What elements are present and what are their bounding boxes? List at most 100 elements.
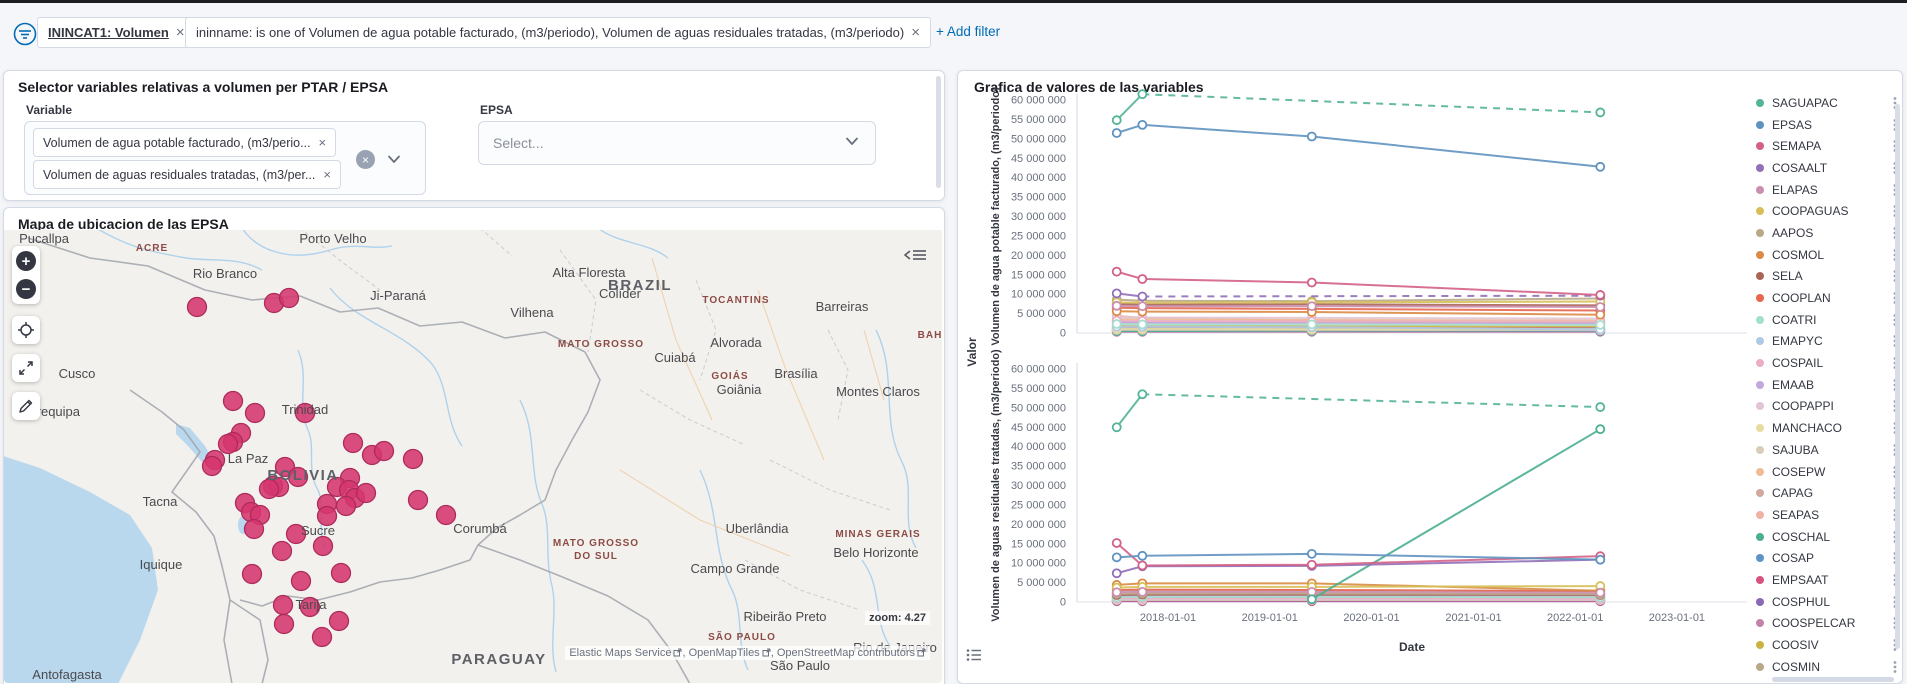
legend-item-coospelcar[interactable]: COOSPELCAR: [1756, 613, 1900, 635]
legend-item-epsas[interactable]: EPSAS: [1756, 114, 1900, 136]
map-attribution[interactable]: Elastic Maps Service, OpenMapTiles, Open…: [565, 646, 930, 660]
legend-color-dot: [1756, 598, 1764, 606]
y-tick-label: 30 000 000: [1011, 211, 1066, 223]
legend-item-coosiv[interactable]: COOSIV: [1756, 634, 1900, 656]
map-svg[interactable]: PucallpaPorto VelhoRio BrancoJi-ParanáAl…: [4, 230, 942, 683]
map-label-city: Montes Claros: [836, 384, 920, 399]
legend-item-cooplan[interactable]: COOPLAN: [1756, 287, 1900, 309]
y-tick-label: 10 000 000: [1011, 558, 1066, 570]
zoom-out-button[interactable]: −: [16, 279, 36, 299]
legend-item-cosaalt[interactable]: COSAALT: [1756, 157, 1900, 179]
y-tick-label: 0: [1060, 597, 1066, 609]
legend-item-cosmin[interactable]: COSMIN: [1756, 656, 1900, 676]
legend-item-empsaat[interactable]: EMPSAAT: [1756, 569, 1900, 591]
attribution-link[interactable]: OpenStreetMap contributors: [777, 647, 915, 659]
series-point: [1113, 539, 1121, 547]
draw-tools-button[interactable]: [12, 392, 40, 420]
legend-item-label: COSPAIL: [1772, 356, 1886, 370]
series-point: [1596, 108, 1604, 116]
legend-color-dot: [1756, 402, 1764, 410]
legend-item-seapas[interactable]: SEAPAS: [1756, 504, 1900, 526]
legend-item-capag[interactable]: CAPAG: [1756, 482, 1900, 504]
legend-item-menu-icon[interactable]: [1890, 660, 1900, 674]
legend-item-cosphul[interactable]: COSPHUL: [1756, 591, 1900, 613]
series-point: [1596, 291, 1604, 299]
series-point: [1308, 595, 1316, 603]
series-point: [1138, 90, 1146, 98]
epsa-dot: [273, 542, 292, 561]
close-icon[interactable]: ×: [176, 25, 185, 40]
series-line: [1117, 554, 1601, 560]
legend-scrollbar[interactable]: [1895, 104, 1900, 649]
y-tick-label: 40 000 000: [1011, 441, 1066, 453]
epsa-label: EPSA: [480, 103, 513, 117]
series-point: [1596, 163, 1604, 171]
series-point: [1138, 561, 1146, 569]
legend-color-dot: [1756, 121, 1764, 129]
close-icon[interactable]: ×: [319, 135, 327, 150]
legend-item-emaab[interactable]: EMAAB: [1756, 374, 1900, 396]
map-label-city: Goiânia: [717, 382, 763, 397]
legend-item-cosmol[interactable]: COSMOL: [1756, 244, 1900, 266]
locate-button[interactable]: [12, 316, 40, 344]
variable-label: Variable: [26, 103, 72, 117]
legend-item-saguapac[interactable]: SAGUAPAC: [1756, 92, 1900, 114]
variable-combobox[interactable]: Volumen de agua potable facturado, (m3/p…: [24, 121, 426, 195]
legend-item-coschal[interactable]: COSCHAL: [1756, 526, 1900, 548]
legend-toggle-button[interactable]: [966, 648, 982, 667]
close-icon[interactable]: ×: [911, 25, 920, 40]
legend-item-semapa[interactable]: SEMAPA: [1756, 135, 1900, 157]
filter-icon[interactable]: [11, 20, 39, 53]
map-label-city: Tacna: [143, 494, 178, 509]
legend-hscrollbar[interactable]: [1772, 677, 1894, 682]
panel-scrollbar[interactable]: [936, 76, 941, 188]
variable-pill-2[interactable]: Volumen de aguas residuales tratadas, (m…: [33, 160, 341, 189]
map-label-city: Rio Branco: [193, 266, 257, 281]
filter-pill-inincat[interactable]: ININCAT1: Volumen ×: [37, 17, 196, 48]
epsa-dot: [246, 404, 265, 423]
selector-panel-title: Selector variables relativas a volumen p…: [18, 79, 388, 95]
epsa-dot: [274, 596, 293, 615]
legend-item-elapas[interactable]: ELAPAS: [1756, 179, 1900, 201]
zoom-in-button[interactable]: +: [16, 251, 36, 271]
legend-item-coopaguas[interactable]: COOPAGUAS: [1756, 200, 1900, 222]
attribution-link[interactable]: Elastic Maps Service: [569, 647, 671, 659]
series-line: [1117, 94, 1143, 120]
attribution-link[interactable]: OpenMapTiles: [689, 647, 760, 659]
legend-item-aapos[interactable]: AAPOS: [1756, 222, 1900, 244]
chevron-down-icon[interactable]: [385, 150, 403, 173]
series-point: [1113, 423, 1121, 431]
legend-item-cosap[interactable]: COSAP: [1756, 547, 1900, 569]
pencil-icon: [17, 397, 35, 415]
legend-item-cosepw[interactable]: COSEPW: [1756, 461, 1900, 483]
fit-to-data-button[interactable]: [12, 354, 40, 382]
legend-item-manchaco[interactable]: MANCHACO: [1756, 417, 1900, 439]
legend-item-sela[interactable]: SELA: [1756, 266, 1900, 288]
series-point: [1596, 589, 1604, 597]
epsa-select[interactable]: Select...: [478, 121, 876, 165]
legend-item-emapyc[interactable]: EMAPYC: [1756, 331, 1900, 353]
close-icon[interactable]: ×: [323, 167, 331, 182]
map-canvas[interactable]: PucallpaPorto VelhoRio BrancoJi-ParanáAl…: [4, 230, 942, 683]
legend-item-cospail[interactable]: COSPAIL: [1756, 352, 1900, 374]
map-label-city: Corumbá: [453, 521, 507, 536]
legend-item-label: SELA: [1772, 269, 1886, 283]
map-label-city: Cusco: [59, 366, 96, 381]
filter-pill-ininname[interactable]: ininname: is one of Volumen de agua pota…: [185, 17, 931, 48]
legend-toggle-icon: [966, 648, 982, 662]
clear-all-icon[interactable]: ×: [356, 150, 375, 169]
y-tick-label: 60 000 000: [1011, 95, 1066, 107]
series-point: [1138, 390, 1146, 398]
legend-item-coopappi[interactable]: COOPAPPI: [1756, 396, 1900, 418]
epsa-dot: [332, 564, 351, 583]
legend-item-sajuba[interactable]: SAJUBA: [1756, 439, 1900, 461]
epsa-dot: [375, 442, 394, 461]
y-tick-label: 15 000 000: [1011, 538, 1066, 550]
variable-pill-1[interactable]: Volumen de agua potable facturado, (m3/p…: [33, 128, 336, 157]
series-line: [1117, 593, 1601, 594]
legend-item-coatri[interactable]: COATRI: [1756, 309, 1900, 331]
map-label-state: MATO GROSSO: [553, 538, 639, 549]
map-legend-toggle[interactable]: [902, 244, 928, 271]
add-filter-button[interactable]: + Add filter: [936, 24, 1000, 39]
crosshair-icon: [17, 321, 35, 339]
